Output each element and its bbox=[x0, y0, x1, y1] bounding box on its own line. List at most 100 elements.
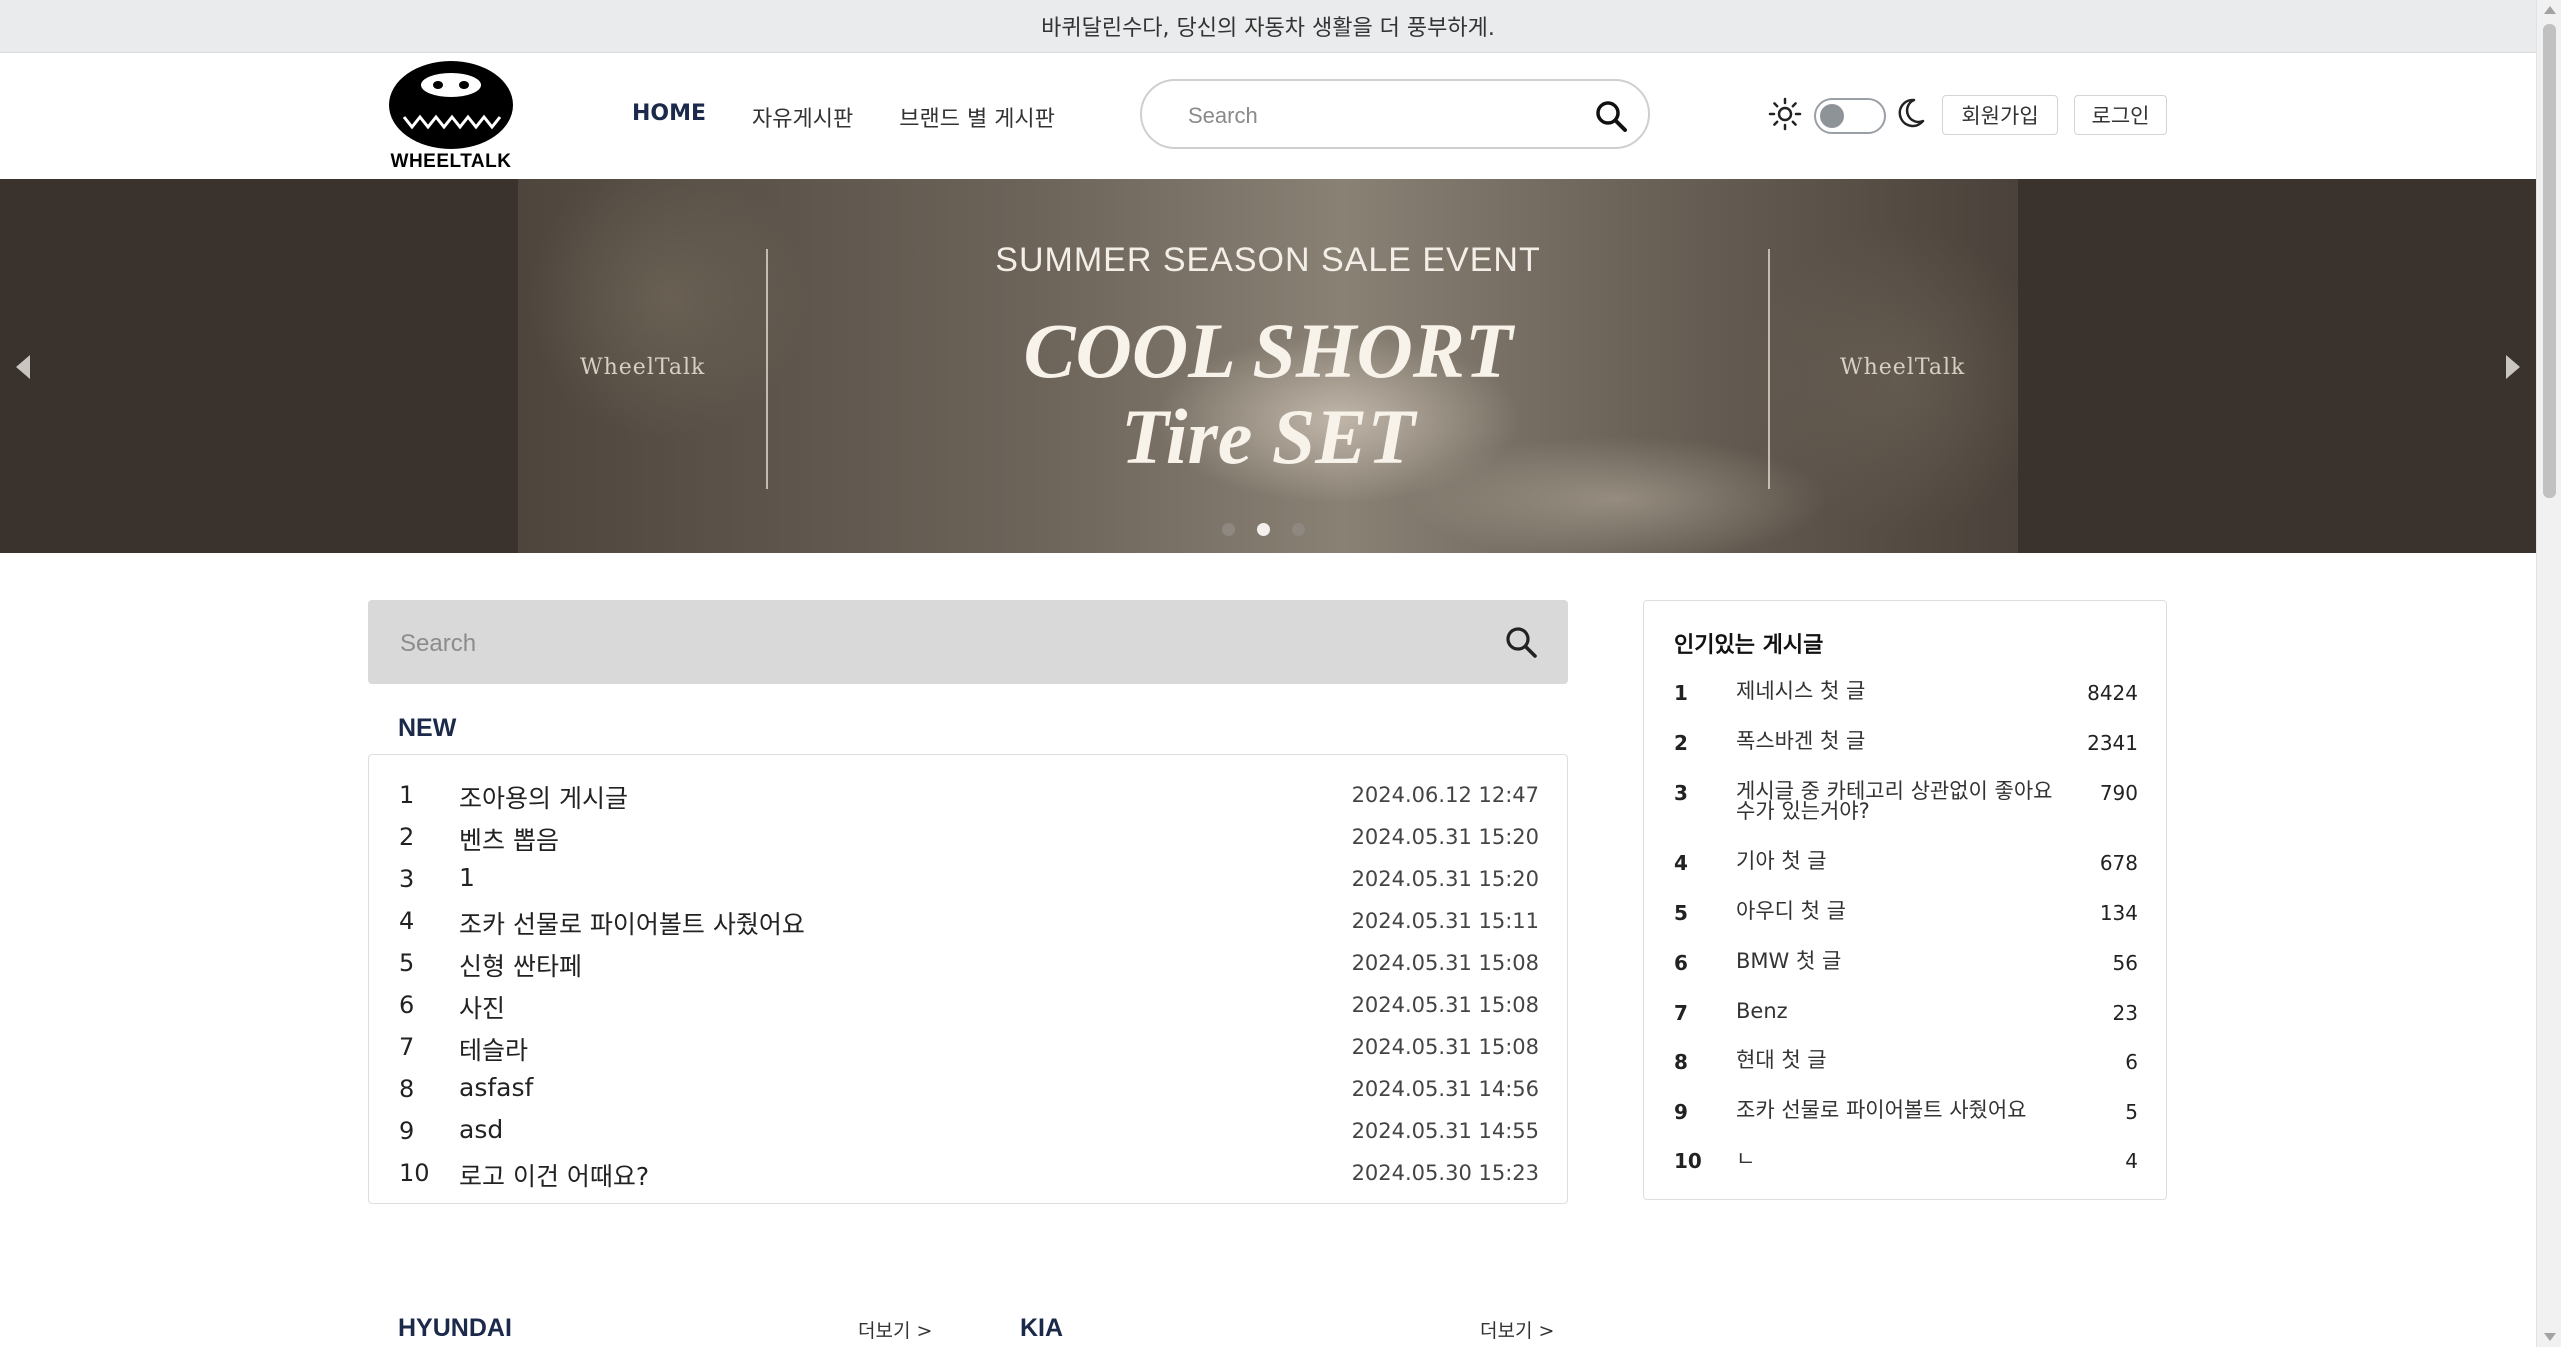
banner-title-line1: COOL SHORT bbox=[1023, 307, 1513, 394]
moon-icon bbox=[1898, 98, 1925, 128]
item-number: 6 bbox=[1674, 951, 1688, 975]
item-title[interactable]: 사진 bbox=[459, 989, 505, 1025]
popular-title: 인기있는 게시글 bbox=[1674, 633, 1824, 658]
item-number: 5 bbox=[1674, 901, 1688, 925]
item-title[interactable]: 벤츠 뽑음 bbox=[459, 821, 559, 857]
signup-button[interactable]: 회원가입 bbox=[1942, 95, 2058, 135]
main-search-input[interactable] bbox=[398, 626, 1402, 662]
item-count: 8424 bbox=[2087, 681, 2138, 705]
item-title[interactable]: 현대 첫 글 bbox=[1736, 1050, 2066, 1071]
item-number: 9 bbox=[399, 1117, 415, 1145]
item-title[interactable]: asd bbox=[459, 1115, 503, 1144]
item-title[interactable]: 신형 싼타페 bbox=[459, 947, 582, 983]
item-date: 2024.06.12 12:47 bbox=[1351, 783, 1539, 807]
item-date: 2024.05.31 14:56 bbox=[1351, 1077, 1539, 1101]
nav-item-free-board[interactable]: 자유게시판 bbox=[752, 101, 853, 133]
scroll-up-icon[interactable] bbox=[2544, 6, 2556, 14]
header-search-input[interactable] bbox=[1186, 99, 1570, 133]
item-number: 2 bbox=[399, 823, 415, 851]
item-number: 9 bbox=[1674, 1100, 1688, 1124]
scroll-down-icon[interactable] bbox=[2544, 1333, 2556, 1341]
item-number: 4 bbox=[1674, 851, 1688, 875]
banner-next-arrow[interactable] bbox=[2506, 355, 2520, 379]
banner-prev-arrow[interactable] bbox=[16, 355, 30, 379]
item-title[interactable]: 조카 선물로 파이어볼트 사줬어요 bbox=[1736, 1100, 2066, 1121]
list-item[interactable]: 2 벤츠 뽑음 2024.05.31 15:20 bbox=[369, 815, 1569, 855]
list-item[interactable]: 6 사진 2024.05.31 15:08 bbox=[369, 983, 1569, 1023]
item-title[interactable]: 테슬라 bbox=[459, 1031, 528, 1067]
sun-icon bbox=[1768, 97, 1802, 131]
item-title[interactable]: 아우디 첫 글 bbox=[1736, 901, 2066, 922]
banner-title-line2: Tire SET bbox=[1121, 393, 1415, 480]
list-item[interactable]: 3 1 2024.05.31 15:20 bbox=[369, 857, 1569, 897]
item-title[interactable]: BMW 첫 글 bbox=[1736, 951, 2066, 972]
brand-title-hyundai: HYUNDAI bbox=[398, 1314, 512, 1342]
scroll-thumb[interactable] bbox=[2543, 24, 2556, 498]
main-nav: HOME 자유게시판 브랜드 별 게시판 bbox=[632, 101, 1055, 133]
item-title[interactable]: Benz bbox=[1736, 1001, 2066, 1022]
item-title[interactable]: 로고 이건 어때요? bbox=[459, 1157, 649, 1193]
login-button[interactable]: 로그인 bbox=[2074, 95, 2167, 135]
list-item[interactable]: 9 asd 2024.05.31 14:55 bbox=[369, 1109, 1569, 1149]
item-title[interactable]: 조카 선물로 파이어볼트 사줬어요 bbox=[459, 905, 805, 941]
item-number: 8 bbox=[1674, 1050, 1688, 1074]
site-header: WHEELTALK HOME 자유게시판 브랜드 별 게시판 회원가입 로그인 bbox=[0, 53, 2536, 179]
item-title[interactable]: 조아용의 게시글 bbox=[459, 779, 628, 815]
item-date: 2024.05.31 15:08 bbox=[1351, 951, 1539, 975]
item-number: 10 bbox=[399, 1159, 430, 1187]
banner-dot[interactable] bbox=[1222, 523, 1235, 536]
more-link-hyundai[interactable]: 더보기 > bbox=[858, 1316, 932, 1343]
nav-item-home[interactable]: HOME bbox=[632, 101, 706, 133]
item-count: 23 bbox=[2112, 1001, 2138, 1025]
item-number: 3 bbox=[1674, 781, 1688, 805]
item-number: 1 bbox=[1674, 681, 1688, 705]
banner-pagination bbox=[1222, 523, 1305, 536]
item-date: 2024.05.31 15:20 bbox=[1351, 825, 1539, 849]
popular-posts: 인기있는 게시글 1 제네시스 첫 글 8424 2 폭스바겐 첫 글 2341… bbox=[1643, 600, 2167, 1200]
toggle-knob bbox=[1820, 104, 1844, 128]
item-title[interactable]: 폭스바겐 첫 글 bbox=[1736, 731, 2066, 752]
item-count: 4 bbox=[2125, 1149, 2138, 1173]
item-title[interactable]: 게시글 중 카테고리 상관없이 좋아요 수가 있는거야? bbox=[1736, 781, 2066, 822]
item-date: 2024.05.31 15:20 bbox=[1351, 867, 1539, 891]
item-title[interactable]: asfasf bbox=[459, 1073, 533, 1102]
new-section-title: NEW bbox=[398, 714, 457, 742]
main-search bbox=[368, 600, 1568, 684]
announcement-text: 바퀴달린수다, 당신의 자동차 생활을 더 풍부하게. bbox=[1041, 16, 1495, 41]
item-number: 3 bbox=[399, 865, 415, 893]
item-title[interactable]: 1 bbox=[459, 863, 475, 892]
item-date: 2024.05.30 15:23 bbox=[1351, 1161, 1539, 1185]
list-item[interactable]: 4 조카 선물로 파이어볼트 사줬어요 2024.05.31 15:11 bbox=[369, 899, 1569, 939]
item-number: 7 bbox=[399, 1033, 415, 1061]
search-icon[interactable] bbox=[1504, 625, 1538, 659]
item-title[interactable]: 기아 첫 글 bbox=[1736, 851, 2066, 872]
hero-banner: WheelTalk WheelTalk SUMMER SEASON SALE E… bbox=[0, 179, 2536, 553]
list-item[interactable]: 8 asfasf 2024.05.31 14:56 bbox=[369, 1067, 1569, 1107]
logo[interactable]: WHEELTALK bbox=[386, 59, 516, 177]
banner-subtitle: SUMMER SEASON SALE EVENT bbox=[995, 241, 1541, 279]
item-number: 1 bbox=[399, 781, 415, 809]
list-item[interactable]: 7 테슬라 2024.05.31 15:08 bbox=[369, 1025, 1569, 1065]
item-date: 2024.05.31 14:55 bbox=[1351, 1119, 1539, 1143]
more-link-kia[interactable]: 더보기 > bbox=[1480, 1316, 1554, 1343]
item-count: 678 bbox=[2099, 851, 2138, 875]
theme-toggle[interactable] bbox=[1814, 98, 1886, 134]
wheel-face-icon bbox=[389, 61, 513, 149]
search-icon[interactable] bbox=[1594, 99, 1628, 133]
list-item[interactable]: 5 신형 싼타페 2024.05.31 15:08 bbox=[369, 941, 1569, 981]
item-number: 5 bbox=[399, 949, 415, 977]
item-number: 8 bbox=[399, 1075, 415, 1103]
item-title[interactable]: 제네시스 첫 글 bbox=[1736, 681, 2066, 702]
list-item[interactable]: 1 조아용의 게시글 2024.06.12 12:47 bbox=[369, 773, 1569, 813]
item-date: 2024.05.31 15:08 bbox=[1351, 993, 1539, 1017]
page-scrollbar[interactable] bbox=[2536, 0, 2561, 1347]
banner-dot[interactable] bbox=[1292, 523, 1305, 536]
item-title[interactable]: ㄴ bbox=[1736, 1149, 2066, 1170]
nav-item-brand-board[interactable]: 브랜드 별 게시판 bbox=[899, 101, 1055, 133]
header-search bbox=[1140, 79, 1650, 149]
item-number: 7 bbox=[1674, 1001, 1688, 1025]
list-item[interactable]: 10 로고 이건 어때요? 2024.05.30 15:23 bbox=[369, 1151, 1569, 1191]
item-number: 4 bbox=[399, 907, 415, 935]
banner-dot-active[interactable] bbox=[1257, 523, 1270, 536]
item-number: 2 bbox=[1674, 731, 1688, 755]
